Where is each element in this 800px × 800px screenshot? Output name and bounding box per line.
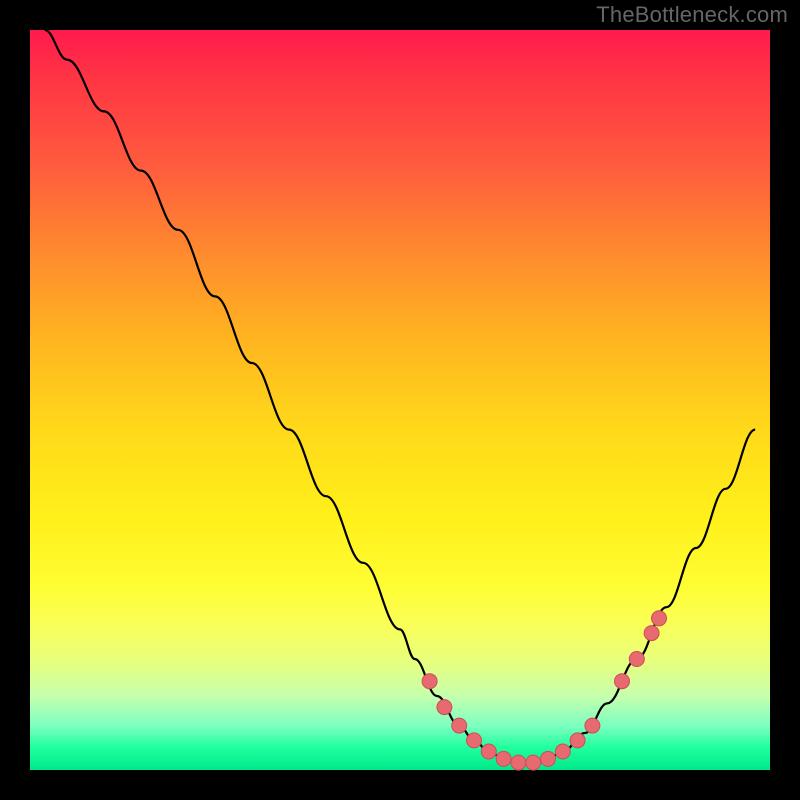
marker-point [481,744,496,759]
marker-point [570,733,585,748]
marker-point [555,744,570,759]
curve-svg [30,30,770,770]
chart-frame: TheBottleneck.com [0,0,800,800]
marker-point [541,751,556,766]
marker-point [652,611,667,626]
bottleneck-curve [45,30,755,763]
marker-point [644,626,659,641]
watermark-text: TheBottleneck.com [596,2,788,28]
marker-point [452,718,467,733]
marker-point [437,700,452,715]
marker-group [422,611,666,770]
plot-area [30,30,770,770]
marker-point [615,674,630,689]
marker-point [496,751,511,766]
marker-point [629,652,644,667]
marker-point [511,755,526,770]
marker-point [422,674,437,689]
marker-point [526,755,541,770]
marker-point [467,733,482,748]
marker-point [585,718,600,733]
